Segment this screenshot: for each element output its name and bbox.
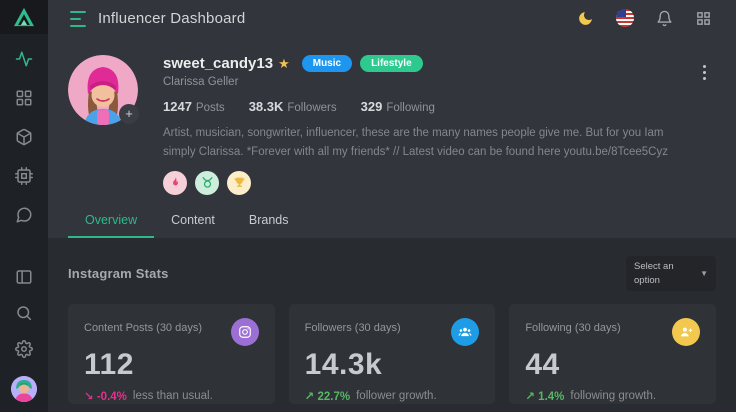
trophy-icon: [233, 176, 246, 189]
delta-note: follower growth.: [356, 390, 437, 402]
taurus-icon: [201, 176, 214, 189]
card-label: Following (30 days): [525, 318, 620, 334]
taurus-badge[interactable]: [195, 171, 219, 195]
card-label: Followers (30 days): [305, 318, 401, 334]
stats-filter-dropdown[interactable]: Select an option ▼: [626, 256, 716, 292]
menu-icon[interactable]: [70, 11, 86, 27]
gear-icon[interactable]: [15, 340, 33, 358]
trophy-badge[interactable]: [227, 171, 251, 195]
top-bar: Influencer Dashboard: [48, 0, 736, 36]
stat-followers: 38.3KFollowers: [249, 99, 337, 114]
card-value: 112: [84, 348, 259, 382]
profile-section: + sweet_candy13 ★ Music Lifestyle Claris…: [48, 36, 736, 195]
tab-content[interactable]: Content: [154, 206, 232, 238]
stat-following: 329Following: [361, 99, 435, 114]
profile-menu-kebab-icon[interactable]: [697, 63, 712, 195]
profile-info: sweet_candy13 ★ Music Lifestyle Clarissa…: [163, 55, 668, 195]
card-following: Following (30 days) 44 ↗ 1.4% following …: [509, 304, 716, 404]
dropdown-value: Select an option: [634, 260, 690, 288]
apps-grid-icon[interactable]: [695, 10, 712, 27]
delta-down: ↘ -0.4%: [84, 389, 127, 403]
user-avatar-illustration: [11, 376, 37, 402]
avatar-add-button[interactable]: +: [119, 104, 139, 124]
card-followers: Followers (30 days) 14.3k ↗ 22.7% follow…: [289, 304, 496, 404]
flame-badge[interactable]: [163, 171, 187, 195]
main-area: Influencer Dashboard: [48, 0, 736, 412]
tag-music[interactable]: Music: [302, 55, 352, 72]
sidebar-item-dashboard[interactable]: [15, 89, 33, 107]
top-actions: [577, 9, 712, 27]
user-plus-icon: [672, 318, 700, 346]
moon-icon[interactable]: [577, 10, 594, 27]
delta-note: following growth.: [570, 390, 656, 402]
panel-title: Instagram Stats: [68, 266, 169, 281]
triangle-logo-icon: [13, 7, 35, 27]
sidebar: [0, 0, 48, 412]
sidebar-bottom-nav: [11, 268, 37, 412]
user-avatar[interactable]: [11, 376, 37, 402]
tag-lifestyle[interactable]: Lifestyle: [360, 55, 423, 72]
search-icon[interactable]: [15, 304, 33, 322]
sidebar-item-cpu[interactable]: [15, 167, 33, 185]
stats-cards-row-1: Content Posts (30 days) 112 ↘ -0.4% less…: [68, 304, 716, 404]
card-content-posts: Content Posts (30 days) 112 ↘ -0.4% less…: [68, 304, 275, 404]
delta-up: ↗ 22.7%: [305, 389, 350, 403]
sidebar-nav: [15, 50, 33, 224]
profile-tags: Music Lifestyle: [302, 55, 423, 72]
instagram-stats-panel: Instagram Stats Select an option ▼ Conte…: [48, 238, 736, 412]
sidebar-item-chat[interactable]: [15, 206, 33, 224]
bell-icon[interactable]: [656, 10, 673, 27]
app-window: Influencer Dashboard: [0, 0, 736, 412]
layout-sidebar-icon[interactable]: [15, 268, 33, 286]
delta-note: less than usual.: [133, 390, 213, 402]
tab-overview[interactable]: Overview: [68, 206, 154, 238]
app-logo[interactable]: [0, 0, 48, 34]
chevron-down-icon: ▼: [700, 269, 708, 278]
sidebar-item-activity[interactable]: [15, 50, 33, 68]
profile-username: sweet_candy13: [163, 55, 273, 72]
users-icon: [451, 318, 479, 346]
card-value: 14.3k: [305, 348, 480, 382]
profile-fullname: Clarissa Geller: [163, 76, 668, 88]
instagram-icon: [231, 318, 259, 346]
card-label: Content Posts (30 days): [84, 318, 202, 334]
stat-posts: 1247Posts: [163, 99, 225, 114]
verified-star-icon: ★: [278, 56, 290, 72]
us-flag-icon[interactable]: [616, 9, 634, 27]
page-title: Influencer Dashboard: [98, 10, 245, 27]
flame-icon: [169, 176, 182, 189]
sidebar-item-box[interactable]: [15, 128, 33, 146]
delta-up: ↗ 1.4%: [525, 389, 564, 403]
panel-header: Instagram Stats Select an option ▼: [68, 238, 716, 292]
profile-stats: 1247Posts 38.3KFollowers 329Following: [163, 99, 668, 114]
tab-brands[interactable]: Brands: [232, 206, 306, 238]
profile-medals: [163, 171, 668, 195]
card-value: 44: [525, 348, 700, 382]
profile-avatar: +: [68, 55, 138, 125]
top-section: Influencer Dashboard: [48, 0, 736, 238]
profile-bio: Artist, musician, songwriter, influencer…: [163, 124, 668, 162]
tab-bar: Overview Content Brands: [48, 206, 736, 238]
